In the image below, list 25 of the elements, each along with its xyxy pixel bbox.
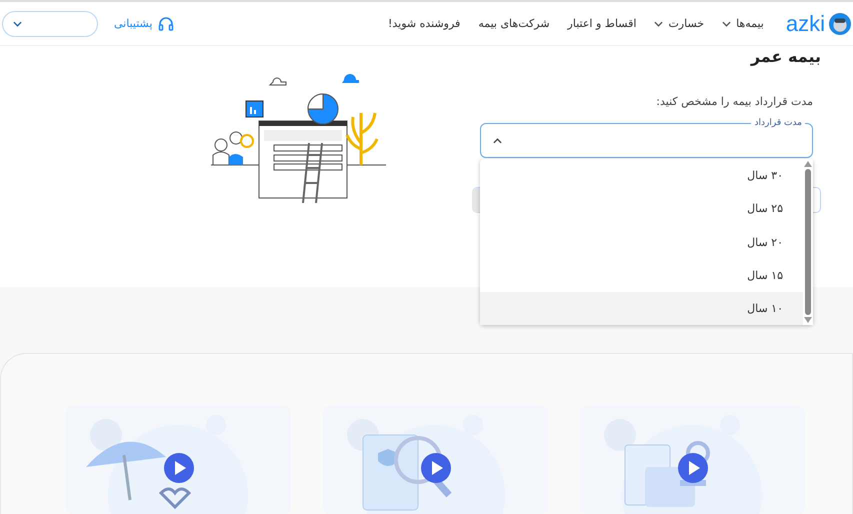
play-icon[interactable] <box>164 453 194 483</box>
option-item[interactable]: ۲۵ سال <box>480 192 803 226</box>
avatar-icon <box>829 12 851 34</box>
chevron-down-icon <box>13 20 22 26</box>
play-icon[interactable] <box>678 453 708 483</box>
video-card[interactable] <box>66 405 291 514</box>
nav-link[interactable]: بیمه‌ها <box>722 17 764 30</box>
video-card[interactable] <box>580 405 805 514</box>
page-title: بیمه عمر <box>749 46 821 67</box>
option-item[interactable]: ۳۰ سال <box>480 159 803 192</box>
scroll-up-arrow-icon[interactable] <box>804 161 812 167</box>
field-prompt: مدت قرارداد بیمه را مشخص کنید: <box>655 95 813 108</box>
option-item[interactable]: ۱۵ سال <box>480 258 803 292</box>
option-item[interactable]: ۱۰ سال <box>480 292 803 326</box>
chevron-up-icon <box>493 138 502 144</box>
scrollbar[interactable] <box>803 159 813 325</box>
nav-link[interactable]: خسارت <box>654 17 704 30</box>
nav-link[interactable]: فروشنده شوید! <box>388 17 460 30</box>
video-card[interactable] <box>323 405 548 514</box>
scroll-down-arrow-icon[interactable] <box>804 317 812 323</box>
nav-link[interactable]: اقساط و اعتبار <box>568 17 636 30</box>
option-item[interactable]: ۲۰ سال <box>480 225 803 259</box>
nav-link[interactable]: شرکت‌های بیمه <box>478 17 550 30</box>
play-icon[interactable] <box>421 453 451 483</box>
headset-icon <box>158 16 174 32</box>
